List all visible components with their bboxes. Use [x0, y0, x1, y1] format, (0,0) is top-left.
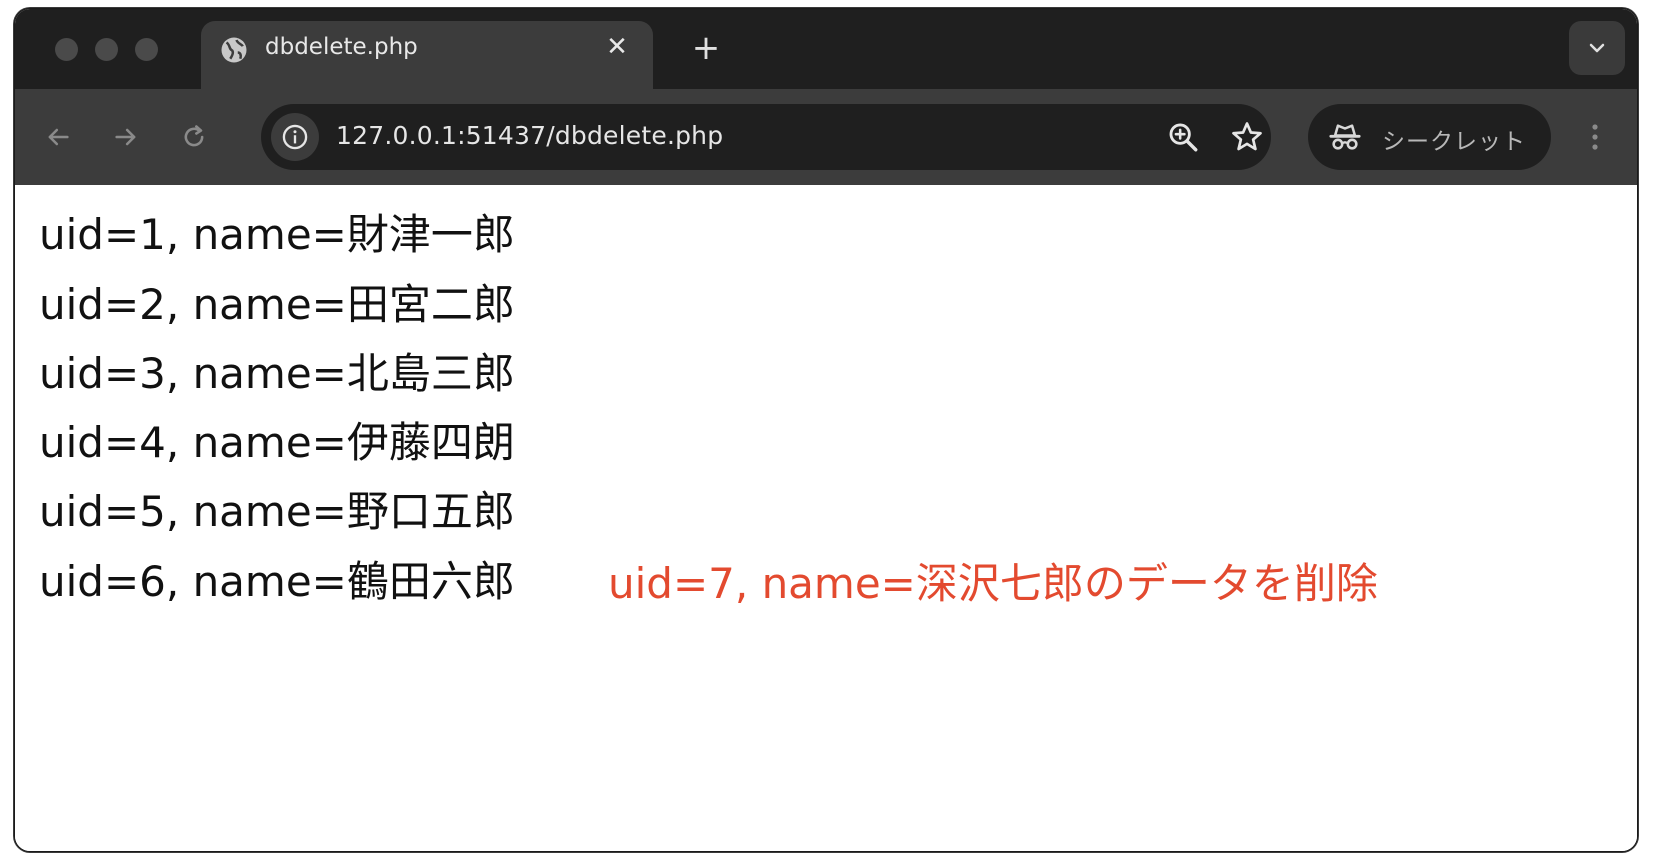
incognito-icon	[1329, 124, 1361, 150]
reload-button[interactable]	[171, 114, 217, 160]
tab-title: dbdelete.php	[265, 34, 418, 60]
globe-icon	[221, 37, 247, 63]
close-tab-icon[interactable]: ✕	[599, 29, 635, 65]
forward-arrow-icon	[115, 128, 136, 146]
record-row: uid=6, name=鶴田六郎	[39, 557, 515, 606]
back-button[interactable]	[35, 114, 81, 160]
more-vert-icon	[1592, 124, 1598, 150]
zoom-icon[interactable]	[1166, 120, 1200, 154]
title-bar: dbdelete.php ✕ +	[15, 9, 1637, 91]
browser-window: dbdelete.php ✕ + 127.0.0.1:51437/dbdelet…	[14, 8, 1638, 852]
reload-icon	[184, 125, 204, 147]
tab-search-button[interactable]	[1569, 21, 1625, 75]
close-window-button[interactable]	[55, 38, 78, 61]
record-row: uid=3, name=北島三郎	[39, 349, 515, 398]
window-controls	[55, 38, 158, 61]
record-row: uid=4, name=伊藤四朗	[39, 418, 515, 467]
info-icon	[282, 124, 308, 150]
toolbar: 127.0.0.1:51437/dbdelete.php シークレット	[15, 89, 1637, 185]
chevron-down-icon	[1589, 43, 1605, 53]
site-info-button[interactable]	[271, 113, 319, 161]
browser-menu-button[interactable]	[1575, 117, 1615, 157]
record-row: uid=5, name=野口五郎	[39, 487, 515, 536]
back-arrow-icon	[48, 128, 69, 146]
record-row: uid=2, name=田宮二郎	[39, 280, 515, 329]
incognito-indicator[interactable]: シークレット	[1308, 104, 1551, 170]
maximize-window-button[interactable]	[135, 38, 158, 61]
url-text[interactable]: 127.0.0.1:51437/dbdelete.php	[336, 121, 723, 150]
page-content: uid=1, name=財津一郎 uid=2, name=田宮二郎 uid=3,…	[15, 185, 1637, 851]
address-bar[interactable]: 127.0.0.1:51437/dbdelete.php	[261, 104, 1271, 170]
delete-message: uid=7, name=深沢七郎のデータを削除	[608, 559, 1378, 608]
minimize-window-button[interactable]	[95, 38, 118, 61]
forward-button[interactable]	[103, 114, 149, 160]
incognito-label: シークレット	[1382, 129, 1526, 155]
record-row: uid=1, name=財津一郎	[39, 210, 515, 259]
bookmark-star-icon[interactable]	[1229, 119, 1265, 155]
new-tab-button[interactable]: +	[686, 28, 726, 68]
tab-dbdelete[interactable]: dbdelete.php ✕	[201, 21, 653, 91]
